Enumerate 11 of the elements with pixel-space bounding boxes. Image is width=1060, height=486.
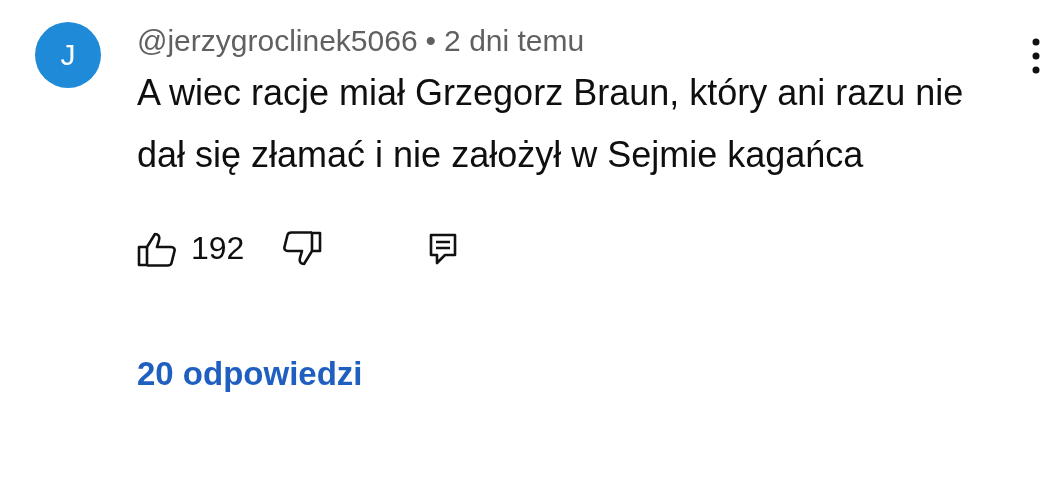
like-count: 192 — [191, 230, 245, 267]
avatar[interactable]: J — [35, 22, 101, 88]
thumbs-up-icon[interactable] — [137, 230, 177, 267]
thumbs-down-icon[interactable] — [282, 230, 323, 267]
more-options-icon[interactable] — [1032, 38, 1040, 74]
author-name[interactable]: @jerzygroclinek5066 — [137, 24, 418, 58]
reply-icon[interactable] — [428, 231, 459, 266]
replies-link[interactable]: 20 odpowiedzi — [137, 355, 363, 393]
comment-text: A wiec racje miał Grzegorz Braun, który ani razu nie dał się złamać i nie założył w Sejmie kagańca — [137, 71, 965, 177]
separator: • — [425, 24, 437, 58]
comment-time: 2 dni temu — [444, 24, 585, 58]
